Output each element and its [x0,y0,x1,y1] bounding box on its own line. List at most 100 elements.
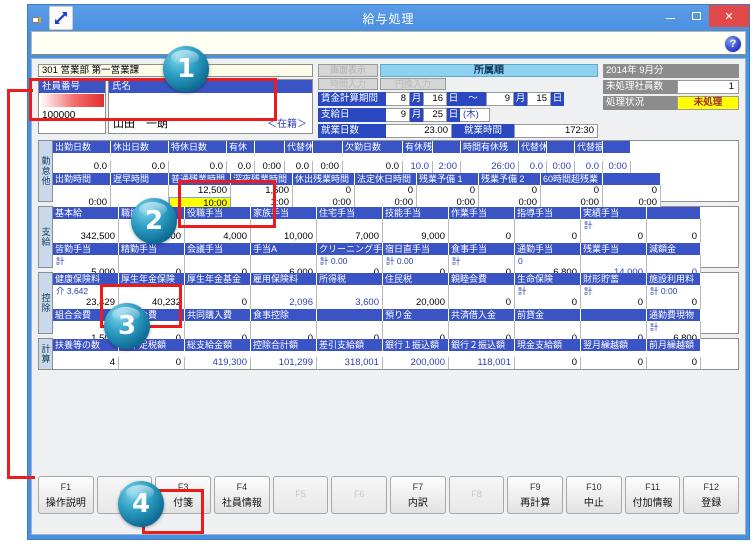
attendance-cell[interactable]: 26:00 [461,161,519,173]
payment-cell[interactable]: 0 [449,231,515,243]
paydate-day[interactable]: 25 [423,108,447,122]
attendance-cell[interactable]: 0 [479,185,541,197]
calculation-cell[interactable]: 318,001 [317,357,383,369]
deduction-cell[interactable]: 0 [647,297,701,309]
deduction-tag-cell[interactable] [251,285,317,297]
payment-tag-cell[interactable]: 計 [449,255,515,267]
attendance-cell[interactable]: 0 [355,185,417,197]
paydate-month[interactable]: 9 [386,108,410,122]
attendance-cell[interactable]: 0.0 [111,161,169,173]
deduction-tag-cell[interactable]: 計 [647,321,701,333]
attendance-cell[interactable]: 0:00 [255,161,285,173]
payment-tag-cell[interactable] [383,219,449,231]
tab-sort-order[interactable]: 所属順 [380,64,598,77]
payment-cell[interactable]: 0 [515,231,581,243]
deduction-cell[interactable]: 0 [185,297,251,309]
payment-tag-cell[interactable] [647,219,701,231]
tab-yen-input[interactable]: 円換入力 [380,78,446,90]
calculation-cell[interactable]: 0 [515,357,581,369]
payment-tag-cell[interactable]: 計 0.00 [383,255,449,267]
function-key-f12[interactable]: F12 登録 [683,476,740,514]
attendance-cell[interactable]: 0:00 [547,161,575,173]
deduction-cell[interactable]: 2,096 [251,297,317,309]
attendance-cell[interactable]: 0 [417,185,479,197]
deduction-tag-cell[interactable] [185,321,251,333]
calculation-cell[interactable]: 419,300 [185,357,251,369]
calculation-cell[interactable]: 101,299 [251,357,317,369]
deduction-tag-cell[interactable] [185,285,251,297]
payment-tag-cell[interactable] [515,219,581,231]
attendance-cell[interactable]: 0.0 [519,161,547,173]
payment-cell[interactable]: 0 [581,231,647,243]
deduction-tag-cell[interactable]: 計 [515,285,581,297]
attendance-cell[interactable]: 0:00 [313,161,343,173]
attendance-cell[interactable] [111,185,169,197]
deduction-tag-cell[interactable] [317,285,383,297]
attendance-cell[interactable]: 2:00 [433,161,461,173]
function-key-f10[interactable]: F10 中止 [566,476,622,514]
payment-tag-cell[interactable] [317,219,383,231]
deduction-cell[interactable]: 0 [515,297,581,309]
attendance-cell[interactable]: 0.0 [343,161,403,173]
maximize-button[interactable] [683,5,709,27]
employee-number-field[interactable]: 社員番号 100000 [38,79,106,134]
deduction-tag-cell[interactable]: 介 3,642 [53,285,119,297]
deduction-tag-cell[interactable] [449,321,515,333]
employee-name-field[interactable]: 氏名 山田 一朗 ＜在籍＞ [108,79,313,134]
attendance-cell[interactable]: 0 [541,185,603,197]
workdays-value[interactable]: 23.00 [386,124,452,138]
deduction-cell[interactable]: 20,000 [383,297,449,309]
function-key-f11[interactable]: F11 付加情報 [624,476,681,514]
payment-tag-cell[interactable] [185,219,251,231]
calculation-cell[interactable]: 118,001 [449,357,515,369]
function-key-f3[interactable]: F3 付箋 [155,476,212,514]
deduction-tag-cell[interactable]: 計 0:00 [647,285,701,297]
close-button[interactable]: ✕ [709,5,749,27]
attendance-cell[interactable]: 0.0 [575,161,603,173]
deduction-tag-cell[interactable] [251,321,317,333]
deduction-cell[interactable]: 3,600 [317,297,383,309]
payment-cell[interactable]: 10,000 [251,231,317,243]
payment-tag-cell[interactable] [251,219,317,231]
payment-tag-cell[interactable]: 計 0.00 [317,255,383,267]
attendance-cell[interactable]: 1,500 [231,185,293,197]
function-key-f1[interactable]: F1 操作説明 [38,476,94,514]
payment-tag-cell[interactable]: 計 [53,255,119,267]
payment-tag-cell[interactable] [185,255,251,267]
payment-tag-cell[interactable] [251,255,317,267]
period-to-month[interactable]: 9 [486,92,514,106]
attendance-cell[interactable]: 0.0 [227,161,255,173]
payment-tag-cell[interactable] [53,219,119,231]
period-from-day[interactable]: 16 [423,92,447,106]
deduction-tag-cell[interactable] [383,285,449,297]
deduction-tag-cell[interactable] [581,321,647,333]
payment-tag-cell[interactable] [647,255,701,267]
deduction-tag-cell[interactable] [383,321,449,333]
payment-tag-cell[interactable]: 0 [515,255,581,267]
deduction-cell[interactable]: 0 [449,297,515,309]
payment-cell[interactable]: 7,000 [317,231,383,243]
attendance-cell[interactable]: 12,500 [169,185,231,197]
attendance-cell[interactable]: 0:00 [603,161,631,173]
minimize-button[interactable] [657,5,683,27]
payment-tag-cell[interactable] [449,219,515,231]
function-key-f7[interactable]: F7 内訳 [390,476,446,514]
deduction-tag-cell[interactable] [317,321,383,333]
payment-cell[interactable]: 9,000 [383,231,449,243]
deduction-tag-cell[interactable]: 計 [581,285,647,297]
help-icon[interactable]: ? [724,35,742,53]
deduction-cell[interactable]: 0 [581,297,647,309]
function-key-f9[interactable]: F9 再計算 [507,476,564,514]
attendance-cell[interactable]: 0 [293,185,355,197]
attendance-cell[interactable]: 0.0 [169,161,227,173]
payment-tag-cell[interactable] [119,255,185,267]
attendance-cell[interactable] [53,185,111,197]
calculation-cell[interactable]: 200,000 [383,357,449,369]
payment-cell[interactable]: 342,500 [53,231,119,243]
payment-tag-cell[interactable] [581,255,647,267]
calculation-cell[interactable]: 0 [581,357,647,369]
deduction-tag-cell[interactable] [449,285,515,297]
payment-tag-cell[interactable]: 計 [581,219,647,231]
tab-time-input[interactable]: 時間入力 [318,78,378,90]
calculation-cell[interactable]: 0 [647,357,701,369]
